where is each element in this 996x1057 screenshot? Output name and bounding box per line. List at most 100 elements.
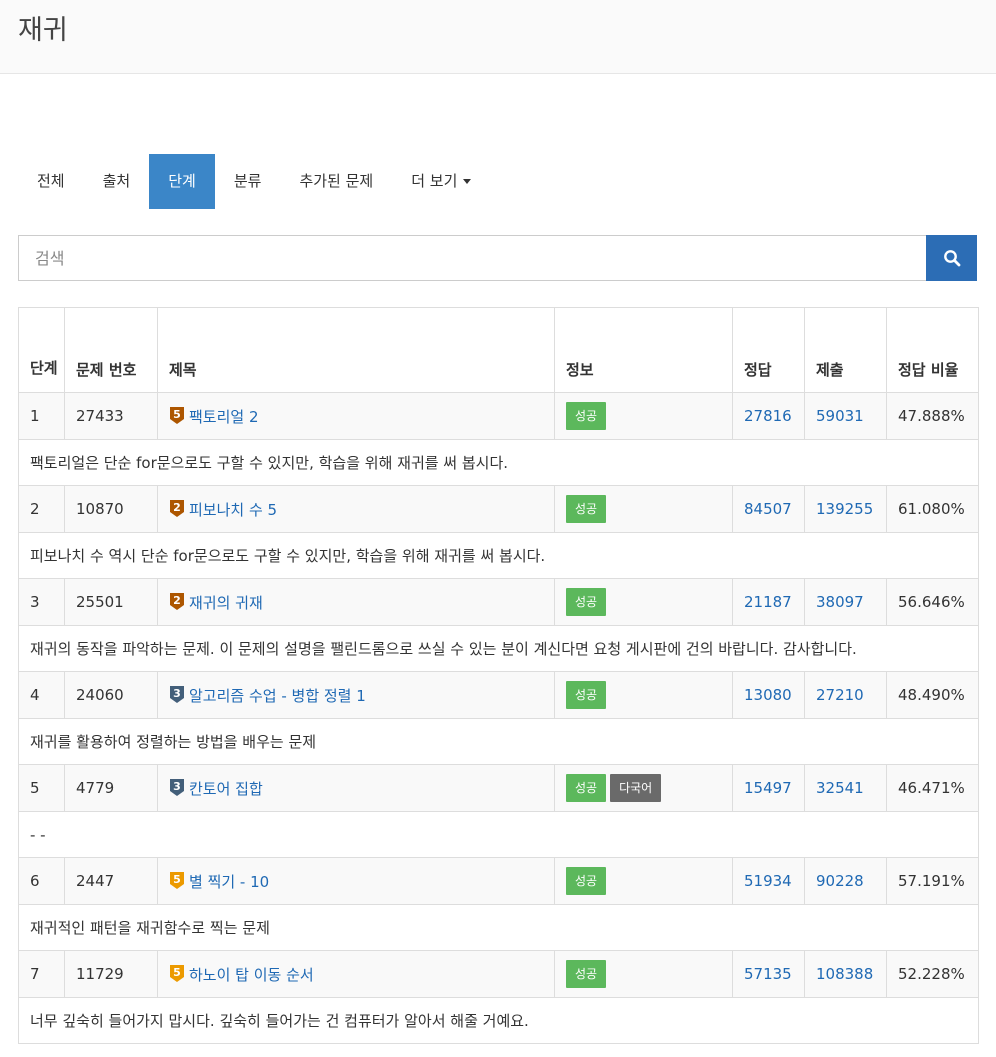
correct-cell: 84507	[732, 485, 805, 533]
submit-count-link[interactable]: 59031	[816, 407, 864, 425]
correct-count-link[interactable]: 21187	[744, 593, 792, 611]
problem-description: 피보나치 수 역시 단순 for문으로도 구할 수 있지만, 학습을 위해 재귀…	[18, 532, 979, 579]
correct-count-link[interactable]: 84507	[744, 500, 792, 518]
problem-info: 성공	[554, 485, 733, 533]
search-button[interactable]	[926, 235, 977, 281]
language-badge: 다국어	[610, 774, 662, 802]
problem-info: 성공	[554, 671, 733, 719]
problem-title-cell: 2 재귀의 귀재	[157, 578, 555, 626]
problem-id: 10870	[64, 485, 158, 533]
problem-id: 4779	[64, 764, 158, 812]
tier-badge-icon: 5	[170, 964, 184, 982]
tab-label: 전체	[37, 172, 65, 190]
description-row: 너무 깊숙히 들어가지 맙시다. 깊숙히 들어가는 건 컴퓨터가 알아서 해줄 …	[18, 997, 979, 1044]
problem-title-link[interactable]: 알고리즘 수업 - 병합 정렬 1	[189, 687, 366, 705]
status-badge: 성공	[566, 867, 607, 895]
correct-ratio: 61.080%	[886, 485, 979, 533]
header-info: 정보	[554, 307, 733, 393]
header-step: 단계	[18, 307, 65, 393]
problem-title-cell: 5 팩토리얼 2	[157, 392, 555, 440]
table-row: 2 10870 2 피보나치 수 5 성공 84507 139255 61.080%	[18, 485, 979, 533]
page-title: 재귀	[18, 15, 68, 46]
description-row: 팩토리얼은 단순 for문으로도 구할 수 있지만, 학습을 위해 재귀를 써 …	[18, 439, 979, 486]
problem-step: 1	[18, 392, 65, 440]
correct-count-link[interactable]: 57135	[744, 965, 792, 983]
problem-title-link[interactable]: 별 찍기 - 10	[189, 873, 269, 891]
submit-count-link[interactable]: 108388	[816, 965, 873, 983]
correct-ratio: 52.228%	[886, 950, 979, 998]
table-row: 6 2447 5 별 찍기 - 10 성공 51934 90228 57.191%	[18, 857, 979, 905]
submit-count-link[interactable]: 27210	[816, 686, 864, 704]
tab-all[interactable]: 전체	[18, 154, 84, 209]
svg-text:2: 2	[173, 594, 181, 607]
status-badge: 성공	[566, 495, 607, 523]
problem-step: 2	[18, 485, 65, 533]
submit-count-link[interactable]: 90228	[816, 872, 864, 890]
correct-cell: 57135	[732, 950, 805, 998]
description-row: 재귀적인 패턴을 재귀함수로 찍는 문제	[18, 904, 979, 951]
problem-table: 단계 문제 번호 제목 정보 정답 제출 정답 비율 1 27433 5 팩토리얼 2…	[18, 307, 979, 1044]
problem-title-cell: 3 알고리즘 수업 - 병합 정렬 1	[157, 671, 555, 719]
problem-id: 11729	[64, 950, 158, 998]
problem-step: 5	[18, 764, 65, 812]
header-submit: 제출	[804, 307, 887, 393]
tab-more-dropdown[interactable]: 더 보기	[392, 154, 490, 209]
search-input[interactable]	[18, 235, 926, 281]
correct-cell: 13080	[732, 671, 805, 719]
tab-category[interactable]: 분류	[215, 154, 281, 209]
submit-cell: 139255	[804, 485, 887, 533]
caret-down-icon	[463, 179, 472, 184]
submit-cell: 90228	[804, 857, 887, 905]
correct-ratio: 48.490%	[886, 671, 979, 719]
table-row: 1 27433 5 팩토리얼 2 성공 27816 59031 47.888%	[18, 392, 979, 440]
problem-description: - -	[18, 811, 979, 858]
submit-count-link[interactable]: 32541	[816, 779, 864, 797]
problem-description: 재귀를 활용하여 정렬하는 방법을 배우는 문제	[18, 718, 979, 765]
problem-title-link[interactable]: 피보나치 수 5	[189, 501, 277, 519]
correct-count-link[interactable]: 51934	[744, 872, 792, 890]
correct-ratio: 57.191%	[886, 857, 979, 905]
problem-title-link[interactable]: 칸토어 집합	[189, 780, 263, 798]
table-row: 4 24060 3 알고리즘 수업 - 병합 정렬 1 성공 13080 27210 48.4…	[18, 671, 979, 719]
correct-ratio: 46.471%	[886, 764, 979, 812]
submit-cell: 59031	[804, 392, 887, 440]
problem-description: 팩토리얼은 단순 for문으로도 구할 수 있지만, 학습을 위해 재귀를 써 …	[18, 439, 979, 486]
correct-cell: 51934	[732, 857, 805, 905]
tier-badge-icon: 3	[170, 685, 184, 703]
header-ratio: 정답 비율	[886, 307, 979, 393]
tier-badge-icon: 2	[170, 592, 184, 610]
tab-source[interactable]: 출처	[84, 154, 150, 209]
table-row: 7 11729 5 하노이 탑 이동 순서 성공 57135 108388 52.228%	[18, 950, 979, 998]
correct-count-link[interactable]: 15497	[744, 779, 792, 797]
tier-badge-icon: 3	[170, 778, 184, 796]
correct-count-link[interactable]: 13080	[744, 686, 792, 704]
problem-id: 27433	[64, 392, 158, 440]
submit-count-link[interactable]: 139255	[816, 500, 873, 518]
problem-description: 재귀의 동작을 파악하는 문제. 이 문제의 설명을 팰린드롬으로 쓰실 수 있…	[18, 625, 979, 672]
submit-cell: 27210	[804, 671, 887, 719]
correct-ratio: 47.888%	[886, 392, 979, 440]
tab-label: 더 보기	[411, 172, 458, 190]
svg-text:3: 3	[173, 780, 181, 793]
status-badge: 성공	[566, 960, 607, 988]
problem-title-link[interactable]: 재귀의 귀재	[189, 594, 263, 612]
problem-title-link[interactable]: 하노이 탑 이동 순서	[189, 966, 314, 984]
svg-text:5: 5	[173, 873, 181, 886]
submit-cell: 32541	[804, 764, 887, 812]
status-badge: 성공	[566, 774, 607, 802]
problem-step: 3	[18, 578, 65, 626]
problem-info: 성공	[554, 392, 733, 440]
description-row: 재귀의 동작을 파악하는 문제. 이 문제의 설명을 팰린드롬으로 쓰실 수 있…	[18, 625, 979, 672]
svg-text:5: 5	[173, 966, 181, 979]
correct-count-link[interactable]: 27816	[744, 407, 792, 425]
tab-added-problems[interactable]: 추가된 문제	[280, 154, 392, 209]
page-header: 재귀	[0, 0, 996, 74]
description-row: - -	[18, 811, 979, 858]
tab-label: 분류	[233, 172, 262, 190]
problem-title-cell: 2 피보나치 수 5	[157, 485, 555, 533]
problem-id: 2447	[64, 857, 158, 905]
problem-title-link[interactable]: 팩토리얼 2	[189, 408, 259, 426]
submit-cell: 38097	[804, 578, 887, 626]
tab-step[interactable]: 단계	[149, 154, 215, 209]
submit-count-link[interactable]: 38097	[816, 593, 864, 611]
